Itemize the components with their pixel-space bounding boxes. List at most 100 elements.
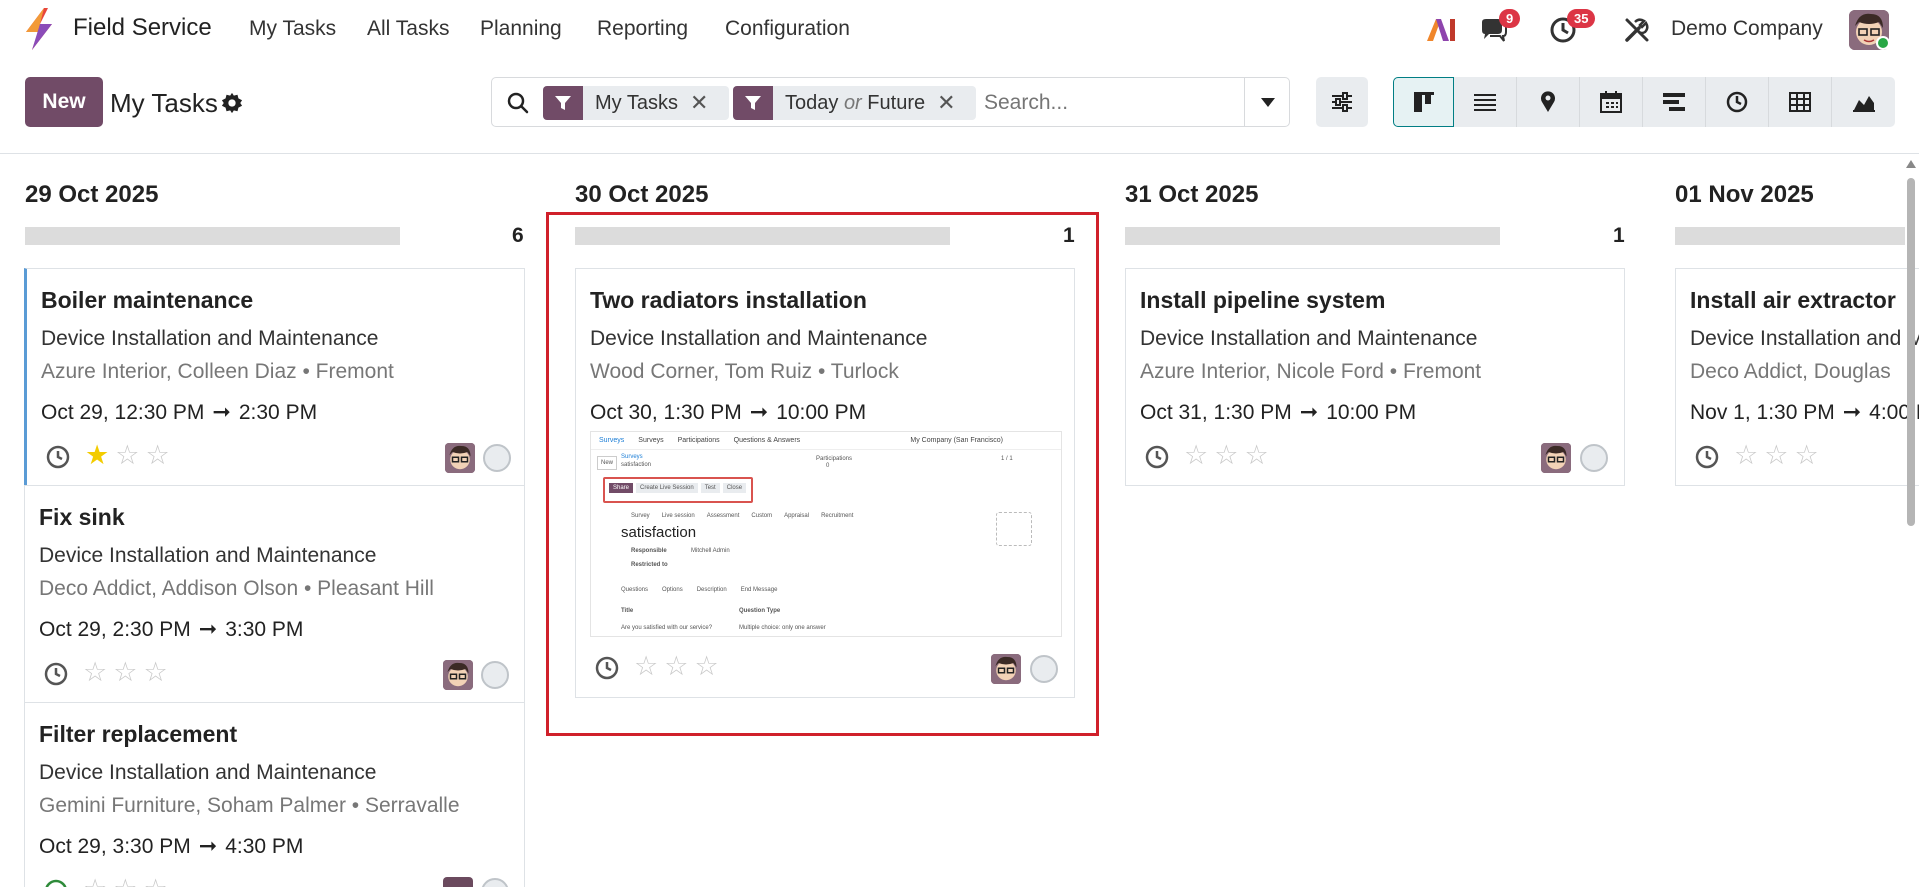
task-customer: Azure Interior, Nicole Ford • Fremont (1140, 360, 1482, 383)
star-icon[interactable]: ☆ (145, 442, 169, 469)
search-options-toggle[interactable] (1244, 78, 1290, 126)
clock-icon (1726, 91, 1748, 113)
app-name[interactable]: Field Service (73, 14, 212, 42)
gantt-view-button[interactable] (1643, 77, 1706, 127)
star-icon[interactable]: ☆ (83, 876, 107, 887)
star-icon[interactable]: ☆ (1794, 442, 1818, 469)
pivot-view-button[interactable] (1769, 77, 1832, 127)
activities-badge: 35 (1567, 9, 1596, 28)
task-card[interactable]: Filter replacement Device Installation a… (24, 702, 525, 887)
column-progress-bar[interactable] (1125, 227, 1500, 245)
kanban-state-indicator[interactable] (481, 661, 509, 689)
star-icon[interactable]: ★ (85, 442, 109, 469)
priority-stars[interactable]: ☆☆☆ (83, 659, 168, 686)
search-icon[interactable] (507, 92, 529, 114)
field-service-logo-icon[interactable] (22, 8, 56, 50)
map-view-button[interactable] (1517, 77, 1580, 127)
company-switcher[interactable]: Demo Company (1671, 17, 1823, 41)
menu-my-tasks[interactable]: My Tasks (249, 17, 336, 41)
task-start: Oct 29, 2:30 PM (39, 618, 191, 641)
column-date[interactable]: 31 Oct 2025 (1125, 181, 1258, 209)
messages-badge: 9 (1499, 9, 1521, 28)
star-icon[interactable]: ☆ (113, 659, 137, 686)
kanban-state-indicator[interactable] (481, 878, 509, 887)
column-progress-bar[interactable] (25, 227, 400, 245)
task-card[interactable]: Install pipeline system Device Installat… (1125, 268, 1625, 486)
remove-facet-icon[interactable]: ✕ (690, 90, 720, 116)
kanban-state-indicator[interactable] (1580, 444, 1608, 472)
scroll-up-icon[interactable] (1906, 160, 1916, 168)
vertical-scrollbar[interactable] (1905, 160, 1916, 885)
ai-icon[interactable] (1427, 17, 1457, 43)
new-button[interactable]: New (25, 77, 103, 127)
activity-clock-icon[interactable] (43, 878, 69, 887)
tools-icon[interactable] (1624, 17, 1650, 43)
menu-planning[interactable]: Planning (480, 17, 562, 41)
star-icon[interactable]: ☆ (113, 876, 137, 887)
menu-reporting[interactable]: Reporting (597, 17, 688, 41)
facet-or: or (843, 91, 862, 114)
star-icon[interactable]: ☆ (1214, 442, 1238, 469)
task-project: Device Installation and Maintenance (39, 544, 377, 567)
list-view-button[interactable] (1454, 77, 1517, 127)
facet-today-or-future[interactable]: Today or Future ✕ (733, 86, 976, 120)
filter-icon (733, 86, 773, 120)
kanban-view-button[interactable] (1393, 77, 1454, 127)
star-icon[interactable]: ☆ (1244, 442, 1268, 469)
star-icon[interactable]: ☆ (1764, 442, 1788, 469)
calendar-view-button[interactable] (1580, 77, 1643, 127)
menu-all-tasks[interactable]: All Tasks (367, 17, 449, 41)
assignee-avatar[interactable] (1541, 443, 1571, 473)
column-date[interactable]: 30 Oct 2025 (575, 181, 708, 209)
activity-view-button[interactable] (1706, 77, 1769, 127)
star-icon[interactable]: ☆ (143, 659, 167, 686)
column-progress-bar[interactable] (1675, 227, 1905, 245)
column-date[interactable]: 01 Nov 2025 (1675, 181, 1814, 209)
online-status-dot (1876, 36, 1890, 50)
priority-stars[interactable]: ★ ☆ ☆ (85, 442, 170, 469)
star-icon[interactable]: ☆ (1734, 442, 1758, 469)
scrollbar-thumb[interactable] (1907, 178, 1915, 526)
task-dates: Oct 29, 12:30 PM ➞ 2:30 PM (41, 399, 317, 425)
remove-facet-icon[interactable]: ✕ (937, 90, 967, 116)
graph-view-button[interactable] (1832, 77, 1895, 127)
task-title: Boiler maintenance (41, 287, 254, 313)
assignee-avatar[interactable] (443, 877, 473, 887)
view-switcher (1393, 77, 1896, 127)
facet-my-tasks[interactable]: My Tasks ✕ (543, 86, 729, 120)
priority-stars[interactable]: ☆☆☆ (1184, 442, 1269, 469)
filter-panel-button[interactable] (1316, 77, 1368, 127)
activity-clock-icon[interactable] (45, 444, 71, 470)
task-title: Filter replacement (39, 721, 238, 747)
priority-stars[interactable]: ☆ ☆ ☆ (83, 876, 168, 887)
star-icon[interactable]: ☆ (143, 876, 167, 887)
task-card[interactable]: Fix sink Device Installation and Mainten… (24, 485, 525, 703)
facet-label: My Tasks (595, 91, 678, 114)
task-project: Device Installation and Maintenance (41, 327, 379, 350)
priority-stars[interactable]: ☆☆☆ (1734, 442, 1819, 469)
menu-configuration[interactable]: Configuration (725, 17, 850, 41)
activity-clock-icon[interactable] (43, 661, 69, 687)
kanban-state-indicator[interactable] (483, 444, 511, 472)
arrow-right-icon: ➞ (1299, 399, 1319, 424)
task-end: 3:30 PM (225, 618, 304, 641)
task-card[interactable]: Boiler maintenance Device Installation a… (24, 268, 525, 486)
task-customer: Gemini Furniture, Soham Palmer • Serrava… (39, 794, 460, 817)
search-bar: My Tasks ✕ Today or Future ✕ (491, 77, 1290, 127)
star-icon[interactable]: ☆ (115, 442, 139, 469)
arrow-right-icon: ➞ (198, 833, 218, 858)
search-input[interactable] (984, 90, 1214, 116)
star-icon[interactable]: ☆ (1184, 442, 1208, 469)
task-card[interactable]: Install air extractor Device Installatio… (1675, 268, 1919, 486)
star-icon[interactable]: ☆ (83, 659, 107, 686)
assignee-avatar[interactable] (445, 443, 475, 473)
column-date[interactable]: 29 Oct 2025 (25, 181, 158, 209)
sliders-icon (1332, 92, 1352, 112)
assignee-avatar[interactable] (443, 660, 473, 690)
activity-clock-icon[interactable] (1144, 444, 1170, 470)
gear-icon[interactable] (221, 92, 243, 114)
list-icon (1474, 94, 1496, 111)
task-end: 4:30 PM (225, 835, 304, 858)
task-start: Oct 31, 1:30 PM (1140, 401, 1292, 424)
activity-clock-icon[interactable] (1694, 444, 1720, 470)
